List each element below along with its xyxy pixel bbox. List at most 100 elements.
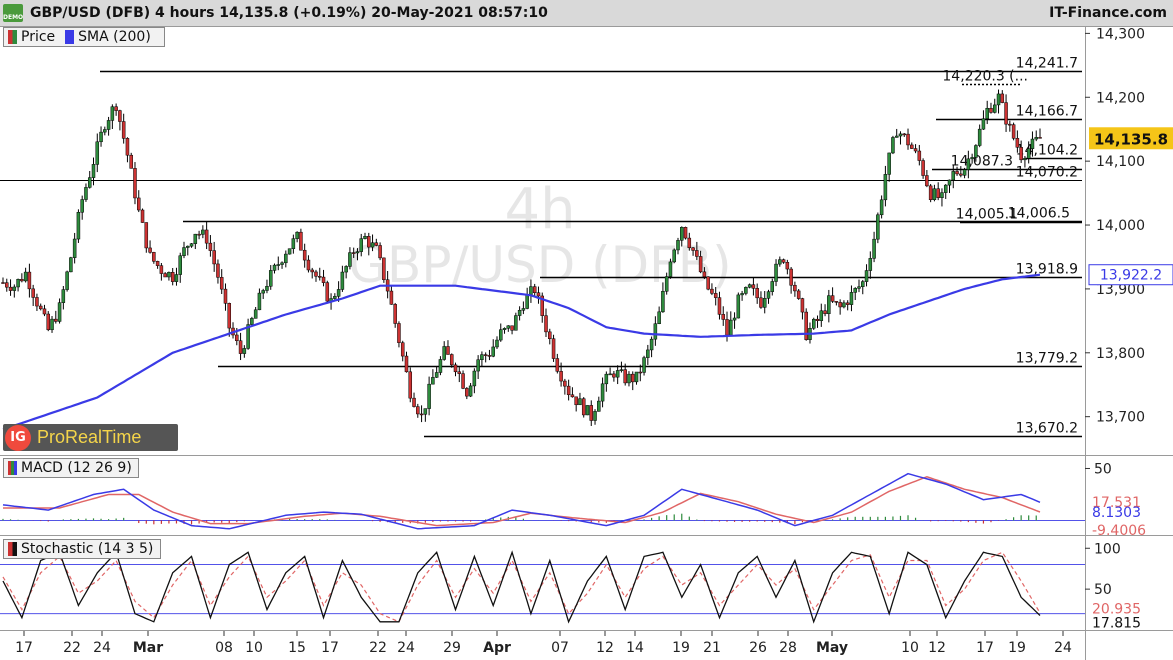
price-legend[interactable]: Price SMA (200) — [3, 27, 165, 47]
candle-body — [721, 314, 725, 320]
stoch-y-tick-label: 100 — [1094, 541, 1121, 557]
candle-body — [468, 385, 473, 397]
x-tick-label: Apr — [483, 640, 511, 656]
candle-body — [966, 158, 971, 170]
candle-body — [201, 229, 205, 235]
candle-body — [72, 238, 77, 258]
candle-body — [529, 286, 533, 295]
candle-body — [314, 271, 318, 277]
candle-body — [864, 270, 869, 282]
stoch-legend[interactable]: Stochastic (14 3 5) — [3, 539, 161, 559]
candle-body — [974, 145, 978, 158]
candle-body — [834, 301, 839, 303]
candle-body — [536, 292, 541, 297]
candle-body — [216, 263, 220, 278]
candle-body — [668, 261, 673, 277]
candle-body — [921, 160, 925, 176]
candle-body — [57, 302, 62, 322]
candle-body — [683, 227, 688, 239]
candle-body — [23, 271, 28, 282]
candle-body — [333, 296, 337, 299]
candle-body — [280, 262, 284, 265]
stoch-value-label: 17.815 — [1092, 616, 1141, 632]
x-tick-label: 22 — [63, 640, 81, 656]
candle-body — [853, 288, 857, 293]
x-tick-label: 22 — [369, 640, 387, 656]
candle-body — [472, 370, 477, 387]
candle-body — [842, 302, 846, 308]
candle-body — [902, 133, 906, 136]
candle-body — [284, 253, 288, 264]
candle-body — [514, 315, 518, 331]
candle-body — [367, 236, 371, 248]
candle-body — [152, 252, 156, 262]
candle-body — [747, 284, 752, 288]
candle-body — [706, 276, 710, 290]
level-label: 13,779.2 — [1016, 351, 1078, 367]
candle-body — [898, 133, 903, 137]
candle-body — [306, 259, 311, 271]
candle-body — [925, 175, 929, 187]
candle-body — [910, 144, 914, 149]
candle-body — [796, 290, 801, 299]
candle-body — [344, 266, 348, 273]
candle-body — [1038, 137, 1042, 139]
candle-body — [710, 288, 714, 294]
candle-body — [355, 251, 360, 254]
candle-body — [208, 242, 213, 251]
candle-body — [310, 269, 314, 273]
candle-body — [419, 413, 424, 416]
candle-body — [506, 325, 511, 329]
candle-body — [118, 110, 122, 122]
candle-body — [174, 274, 179, 282]
candle-body — [559, 371, 563, 382]
candle-body — [548, 331, 552, 339]
y-tick-label: 13,700 — [1096, 410, 1145, 426]
candle-body — [404, 355, 409, 373]
watermark-timeframe: 4h — [504, 177, 575, 242]
candle-body — [657, 311, 661, 324]
candle-body — [555, 358, 560, 372]
candle-body — [680, 227, 684, 241]
level-label: 14,220.3 (... — [942, 69, 1028, 85]
candle-body — [1, 282, 5, 284]
macd-legend[interactable]: MACD (12 26 9) — [3, 458, 139, 478]
y-tick-label: 14,300 — [1096, 26, 1145, 42]
candle-body — [235, 334, 239, 342]
price-legend-label: Price — [21, 29, 56, 45]
candle-body — [476, 359, 480, 372]
candle-body — [774, 263, 778, 282]
x-tick-label: 19 — [672, 640, 690, 656]
candle-body — [849, 292, 854, 305]
stoch-legend-label: Stochastic (14 3 5) — [21, 541, 154, 557]
x-tick-label: 24 — [1054, 640, 1072, 656]
candle-body — [804, 311, 808, 340]
candle-body — [698, 256, 703, 273]
candle-body — [389, 290, 394, 305]
candle-body — [193, 233, 198, 244]
candle-body — [223, 288, 228, 304]
candle-body — [672, 249, 676, 263]
candle-body — [495, 339, 499, 348]
candle-body — [431, 377, 435, 385]
x-tick-label: 10 — [901, 640, 919, 656]
x-tick-label: 10 — [245, 640, 263, 656]
candle-body — [917, 150, 922, 161]
candle-body — [785, 262, 790, 270]
candle-body — [845, 302, 850, 305]
candle-body — [340, 271, 345, 290]
candle-body — [781, 259, 786, 263]
chart-canvas[interactable]: 4hGBP/USD (DFB)14,30014,20014,10014,0001… — [0, 0, 1173, 660]
candle-body — [638, 371, 643, 374]
macd-value-label: 8.1303 — [1092, 505, 1141, 521]
x-tick-label: Mar — [133, 640, 163, 656]
x-tick-label: 24 — [93, 640, 111, 656]
candle-body — [38, 305, 43, 310]
candle-body — [574, 396, 578, 406]
candle-body — [8, 286, 13, 291]
candle-body — [928, 185, 933, 200]
candle-body — [646, 349, 650, 358]
candle-body — [702, 271, 707, 278]
candle-body — [408, 371, 413, 399]
candle-body — [140, 209, 145, 223]
